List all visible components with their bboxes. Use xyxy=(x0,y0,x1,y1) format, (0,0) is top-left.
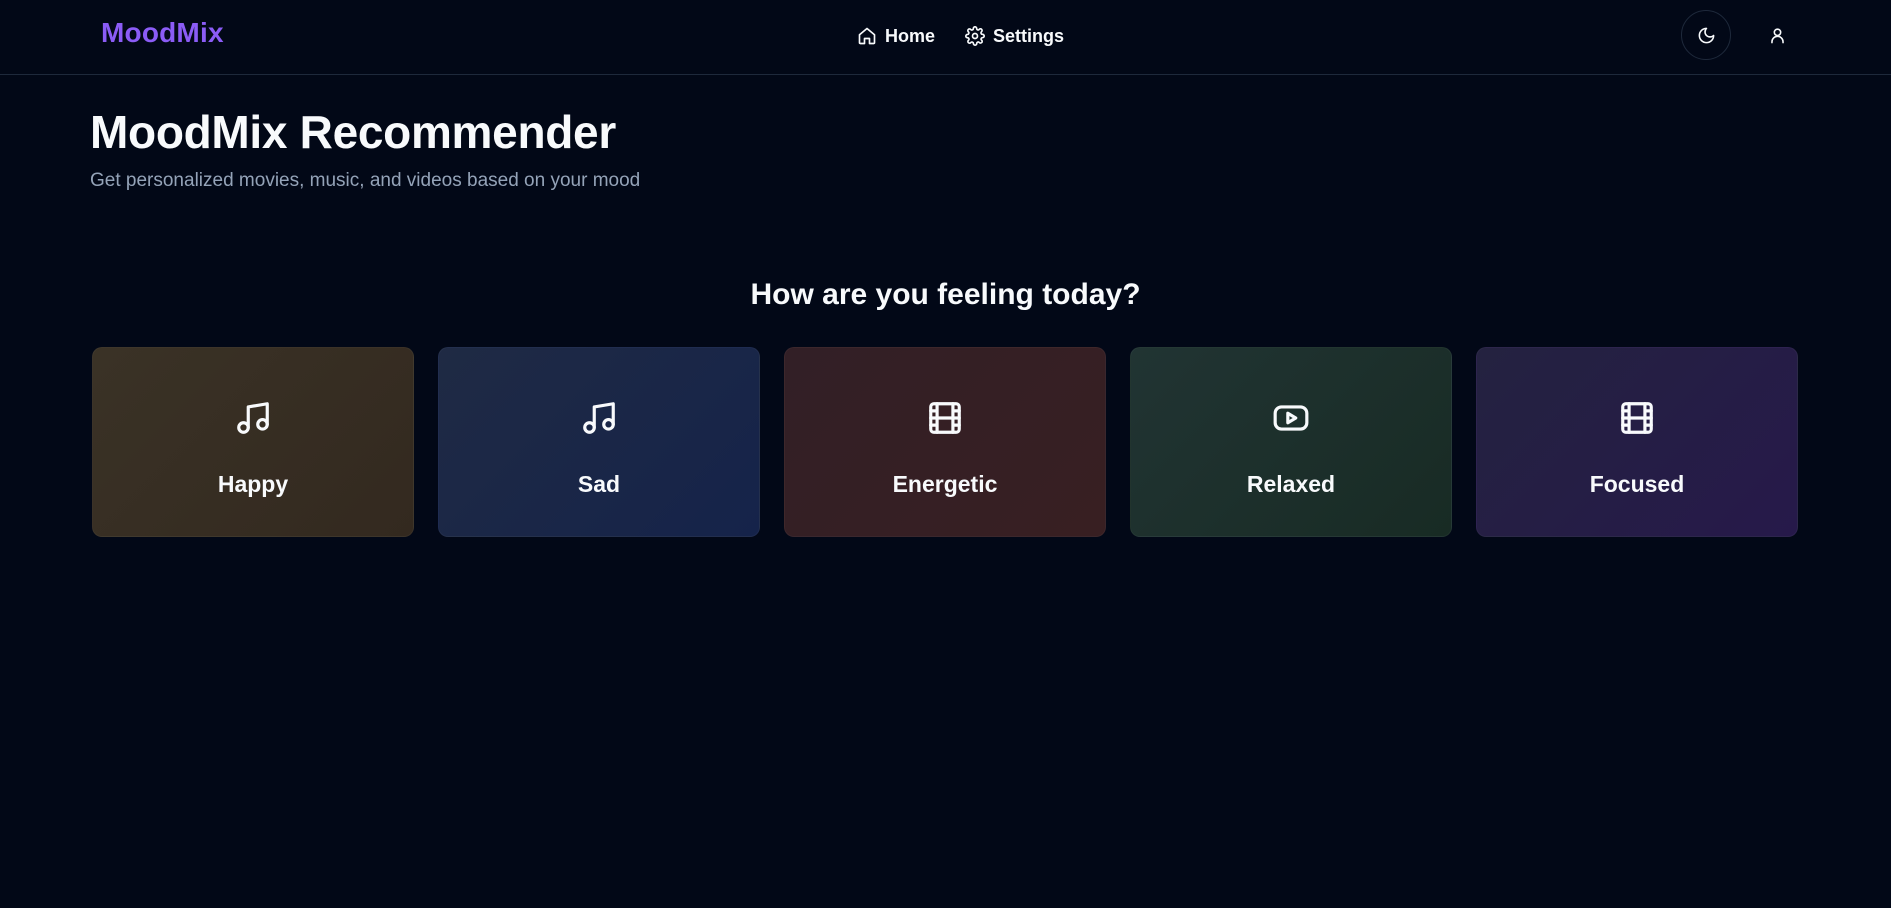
mood-label: Sad xyxy=(577,471,621,497)
film-icon xyxy=(925,398,965,438)
mood-card-focused[interactable]: Focused xyxy=(1476,347,1798,537)
film-icon xyxy=(1617,398,1657,438)
gear-icon xyxy=(965,26,985,46)
moon-icon xyxy=(1698,27,1714,43)
nav-settings-label: Settings xyxy=(993,25,1065,46)
theme-toggle-button[interactable] xyxy=(1681,10,1731,60)
user-profile-button[interactable] xyxy=(1752,10,1802,60)
nav-home-link[interactable]: Home xyxy=(857,26,935,47)
mood-question: How are you feeling today? xyxy=(750,278,1141,311)
brand-logo[interactable]: MoodMix xyxy=(101,17,224,49)
nav-home-label: Home xyxy=(885,25,936,46)
music-note-icon xyxy=(579,398,619,438)
home-icon xyxy=(858,27,876,45)
mood-label: Focused xyxy=(1589,471,1685,497)
nav-settings-link[interactable]: Settings xyxy=(965,26,1064,47)
page-subtitle: Get personalized movies, music, and vide… xyxy=(90,170,641,191)
mood-card-happy[interactable]: Happy xyxy=(92,347,414,537)
mood-card-energetic[interactable]: Energetic xyxy=(784,347,1106,537)
mood-card-sad[interactable]: Sad xyxy=(438,347,760,537)
mood-card-relaxed[interactable]: Relaxed xyxy=(1130,347,1452,537)
user-icon xyxy=(1770,27,1784,43)
music-note-icon xyxy=(233,398,273,438)
mood-options: Happy Sad Energetic Relaxed Focused xyxy=(92,347,1798,537)
youtube-icon xyxy=(1271,398,1311,438)
page-title: MoodMix Recommender xyxy=(90,106,616,158)
top-navbar: MoodMix Home Settings xyxy=(0,0,1891,75)
mood-label: Relaxed xyxy=(1246,471,1336,497)
mood-label: Energetic xyxy=(892,471,998,497)
main-nav: Home Settings xyxy=(857,22,1064,50)
mood-label: Happy xyxy=(217,471,289,497)
